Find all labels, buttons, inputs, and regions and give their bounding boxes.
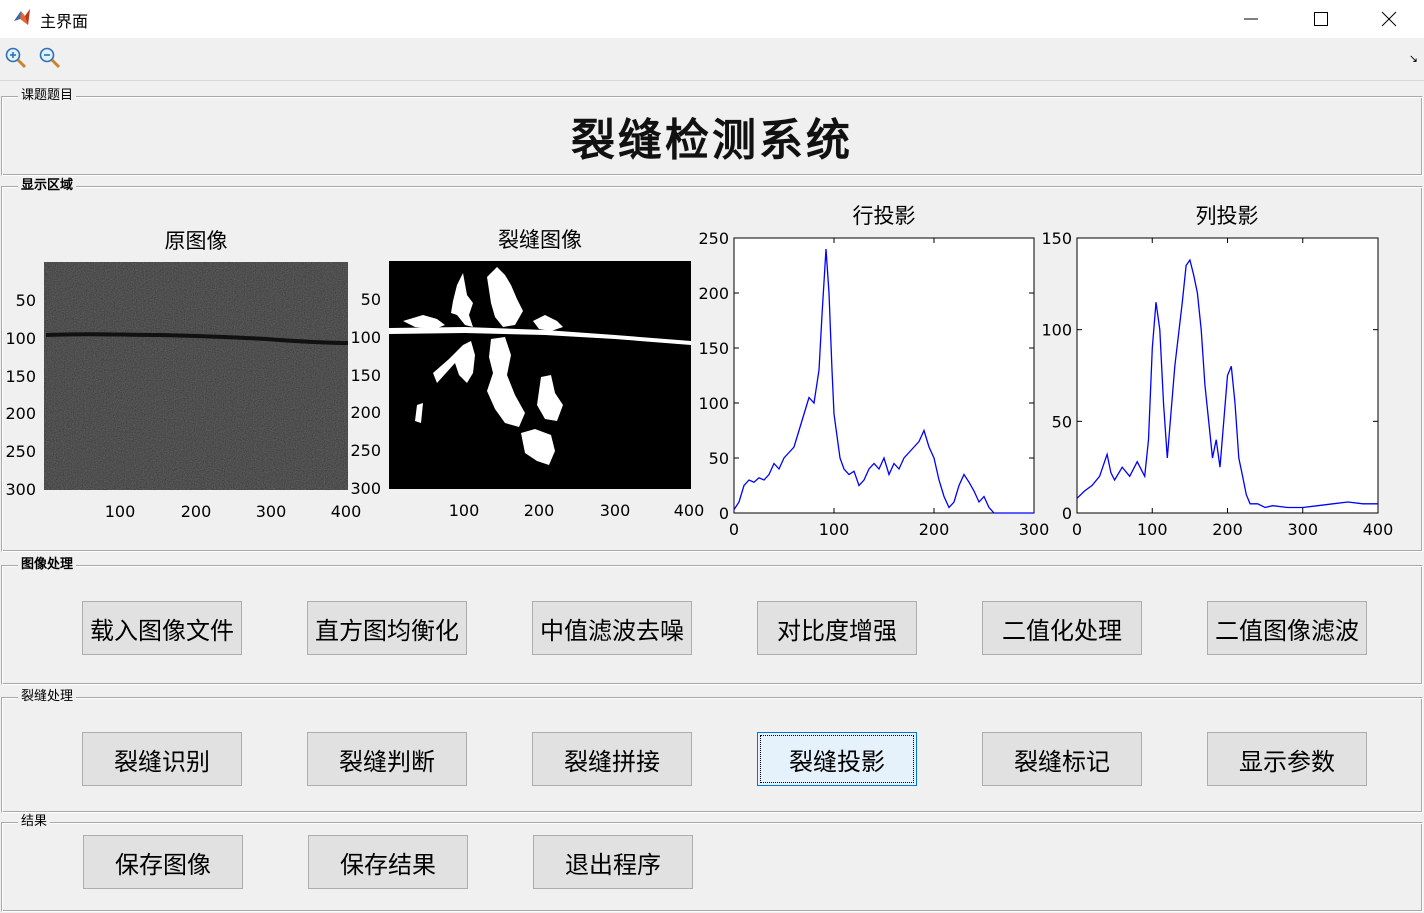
y-tick-label: 100 [5,329,36,348]
x-tick-label: 0 [729,520,739,539]
system-title: 裂缝检测系统 [571,115,853,166]
matlab-logo-icon [14,9,30,25]
crack-image-title: 裂缝图像 [498,228,582,252]
window-title: 主界面 [40,12,89,31]
crack-identify-button[interactable]: 裂缝识别 [82,732,242,786]
x-tick-label: 200 [1212,520,1243,539]
y-tick-label: 50 [1052,412,1072,431]
crack-judge-button[interactable]: 裂缝判断 [307,732,467,786]
original-image-title: 原图像 [164,229,228,253]
median-filter-button[interactable]: 中值滤波去噪 [532,601,692,655]
close-button[interactable] [1354,0,1424,38]
x-tick-label: 300 [1287,520,1318,539]
binary-filter-button[interactable]: 二值图像滤波 [1207,601,1367,655]
display-panel-label: 显示区域 [18,177,77,195]
plot-area [733,237,1035,514]
zoom-out-icon[interactable] [38,46,62,70]
x-tick-label: 100 [819,520,850,539]
dock-arrow-icon[interactable]: ↘ [1409,52,1418,65]
x-tick-label: 100 [449,501,480,520]
y-tick-label: 50 [709,449,729,468]
result-panel-label: 结果 [18,813,51,831]
binarize-button[interactable]: 二值化处理 [982,601,1142,655]
histogram-equalization-button[interactable]: 直方图均衡化 [307,601,467,655]
original-image-axes: 50 100 150 200 250 300 100 200 300 400 [5,262,361,521]
y-tick-label: 150 [698,339,729,358]
image-processing-panel-label: 图像处理 [18,556,77,574]
zoom-in-icon[interactable] [4,46,28,70]
y-tick-label: 200 [5,404,36,423]
crack-image-axes: 50 100 150 200 250 300 100 200 300 400 [350,261,704,520]
y-tick-label: 50 [16,291,36,310]
y-tick-label: 100 [1041,321,1072,340]
x-tick-label: 300 [600,501,631,520]
x-tick-label: 0 [1072,520,1082,539]
maximize-button[interactable] [1286,0,1356,38]
crack-processing-panel-label: 裂缝处理 [18,688,77,706]
y-tick-label: 150 [1041,229,1072,248]
window-titlebar: 主界面 [0,0,1424,38]
crack-stitch-button[interactable]: 裂缝拼接 [532,732,692,786]
x-tick-label: 100 [1137,520,1168,539]
x-tick-label: 400 [1363,520,1394,539]
contrast-enhance-button[interactable]: 对比度增强 [757,601,917,655]
close-icon [1381,11,1397,27]
y-tick-label: 150 [350,366,381,385]
exit-button[interactable]: 退出程序 [533,835,693,889]
y-tick-label: 100 [698,394,729,413]
y-tick-label: 0 [1062,504,1072,523]
x-tick-label: 200 [919,520,950,539]
save-result-button[interactable]: 保存结果 [308,835,468,889]
y-tick-label: 250 [350,441,381,460]
load-image-button[interactable]: 载入图像文件 [82,601,242,655]
y-tick-label: 200 [698,284,729,303]
y-tick-label: 250 [5,442,36,461]
y-tick-label: 300 [350,479,381,498]
y-tick-label: 250 [698,229,729,248]
row-projection-chart: 0 100 200 300050100150200250 [698,229,1049,539]
x-tick-label: 100 [105,502,136,521]
y-tick-label: 50 [361,290,381,309]
show-params-button[interactable]: 显示参数 [1207,732,1367,786]
figure-toolbar: ↘ [0,38,1424,81]
crack-mark-button[interactable]: 裂缝标记 [982,732,1142,786]
y-tick-label: 200 [350,403,381,422]
topic-panel-label: 课题题目 [18,87,77,105]
crack-projection-button[interactable]: 裂缝投影 [757,732,917,786]
y-tick-label: 0 [719,504,729,523]
x-tick-label: 300 [256,502,287,521]
y-tick-label: 300 [5,480,36,499]
x-tick-label: 200 [181,502,212,521]
column-projection-chart: 0 100 200 300 400 0 50 100 150 [1041,229,1394,539]
minimize-button[interactable] [1216,0,1286,38]
y-tick-label: 150 [5,367,36,386]
save-image-button[interactable]: 保存图像 [83,835,243,889]
y-tick-label: 100 [350,328,381,347]
minimize-icon [1244,18,1258,20]
x-tick-label: 200 [524,501,555,520]
maximize-icon [1314,12,1328,26]
